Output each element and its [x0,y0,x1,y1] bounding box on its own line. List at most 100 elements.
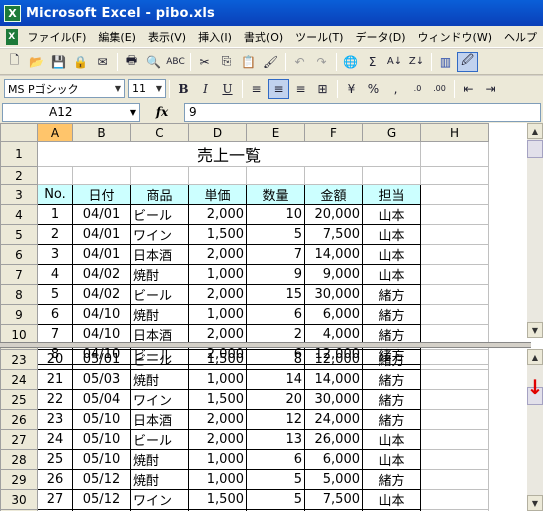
permission-icon[interactable]: 🔒 [70,52,91,72]
header-cell-amount[interactable]: 金額 [304,184,363,205]
scroll-up-icon[interactable]: ▲ [527,123,543,139]
data-cell[interactable]: 4 [37,264,73,285]
data-cell[interactable]: 焼酎 [130,304,189,325]
data-cell[interactable]: 1,500 [188,349,247,370]
scroll-thumb[interactable] [527,140,543,158]
redo-icon[interactable]: ↷ [311,52,332,72]
email-icon[interactable]: ✉ [92,52,113,72]
menu-tools[interactable]: ツール(T) [289,29,349,45]
data-cell[interactable]: 05/01 [72,349,131,370]
underline-icon[interactable]: U [217,79,238,99]
data-cell[interactable]: 5 [246,224,305,245]
data-cell[interactable]: 焼酎 [130,369,189,390]
formula-input[interactable]: 9 [184,102,541,122]
menu-insert[interactable]: 挿入(I) [192,29,238,45]
pane-splitter[interactable] [0,342,531,348]
font-name-select[interactable]: MS Pゴシック ▼ [4,79,125,98]
data-cell[interactable]: 山本 [362,264,421,285]
hyperlink-icon[interactable]: 🌐 [340,52,361,72]
header-cell-no[interactable]: No. [37,184,73,205]
data-cell[interactable]: 04/01 [72,224,131,245]
scroll-up-icon[interactable]: ▲ [527,349,543,365]
data-cell[interactable]: 7,500 [304,224,363,245]
row-header[interactable]: 9 [0,304,38,325]
workbook-icon[interactable]: X [6,28,18,45]
row-header[interactable]: 30 [0,489,38,510]
cell[interactable] [420,184,489,205]
chart-wizard-icon[interactable]: ▥ [435,52,456,72]
data-cell[interactable]: 15 [246,284,305,305]
row-header[interactable]: 27 [0,429,38,450]
data-cell[interactable]: ビール [130,284,189,305]
data-cell[interactable]: 12,000 [304,349,363,370]
menu-view[interactable]: 表示(V) [142,29,192,45]
data-cell[interactable]: 緒方 [362,369,421,390]
cell[interactable] [420,204,489,225]
data-cell[interactable]: 21 [37,369,73,390]
menu-data[interactable]: データ(D) [349,29,411,45]
data-cell[interactable]: 2,000 [188,204,247,225]
data-cell[interactable]: 30,000 [304,389,363,410]
data-cell[interactable]: 04/02 [72,284,131,305]
row-header[interactable]: 7 [0,264,38,285]
sort-ascending-icon[interactable]: A↓ [384,52,405,72]
cell[interactable] [420,224,489,245]
column-header-c[interactable]: C [130,123,189,142]
row-header[interactable]: 28 [0,449,38,470]
italic-icon[interactable]: I [195,79,216,99]
column-header-d[interactable]: D [188,123,247,142]
data-cell[interactable]: 10 [246,204,305,225]
data-cell[interactable]: 山本 [362,489,421,510]
data-cell[interactable]: 緒方 [362,284,421,305]
menu-file[interactable]: ファイル(F) [22,29,93,45]
data-cell[interactable]: 05/04 [72,389,131,410]
align-right-icon[interactable]: ≡ [290,79,311,99]
data-cell[interactable]: 23 [37,409,73,430]
scroll-down-icon[interactable]: ▼ [527,322,543,338]
spelling-icon[interactable]: ABC [165,52,186,72]
column-header-b[interactable]: B [72,123,131,142]
data-cell[interactable]: 緒方 [362,409,421,430]
decrease-decimal-icon[interactable]: .00 [429,79,450,99]
data-cell[interactable]: 8 [246,349,305,370]
data-cell[interactable]: 05/12 [72,469,131,490]
cell[interactable] [37,166,73,185]
cell[interactable] [420,429,489,450]
cell[interactable] [420,284,489,305]
format-painter-icon[interactable]: 🖌 [260,52,281,72]
save-icon[interactable]: 💾 [48,52,69,72]
data-cell[interactable]: 2,000 [188,429,247,450]
row-header[interactable]: 25 [0,389,38,410]
drawing-icon[interactable]: 🖉 [457,51,478,72]
data-cell[interactable]: ワイン [130,389,189,410]
data-cell[interactable]: 14 [246,369,305,390]
bold-icon[interactable]: B [173,79,194,99]
data-cell[interactable]: 山本 [362,429,421,450]
data-cell[interactable]: 27 [37,489,73,510]
sort-descending-icon[interactable]: Z↓ [406,52,427,72]
data-cell[interactable]: 26,000 [304,429,363,450]
sheet-title-cell[interactable]: 売上一覧 [37,141,421,167]
data-cell[interactable]: 9,000 [304,264,363,285]
data-cell[interactable]: 5 [246,469,305,490]
data-cell[interactable]: 05/10 [72,409,131,430]
data-cell[interactable]: 12 [246,409,305,430]
fx-icon[interactable]: fx [140,105,184,119]
comma-style-icon[interactable]: , [385,79,406,99]
data-cell[interactable]: 焼酎 [130,469,189,490]
data-cell[interactable]: 6 [246,449,305,470]
data-cell[interactable]: 13 [246,429,305,450]
menu-format[interactable]: 書式(O) [238,29,289,45]
data-cell[interactable]: 14,000 [304,369,363,390]
data-cell[interactable]: 1,500 [188,389,247,410]
column-header-a[interactable]: A [37,123,73,142]
data-cell[interactable]: 6 [37,304,73,325]
cell[interactable] [420,449,489,470]
data-cell[interactable]: 7,500 [304,489,363,510]
row-header[interactable]: 2 [0,166,38,185]
cell[interactable] [246,166,305,185]
row-header[interactable]: 29 [0,469,38,490]
data-cell[interactable]: 山本 [362,224,421,245]
row-header[interactable]: 24 [0,369,38,390]
data-cell[interactable]: 7 [246,244,305,265]
